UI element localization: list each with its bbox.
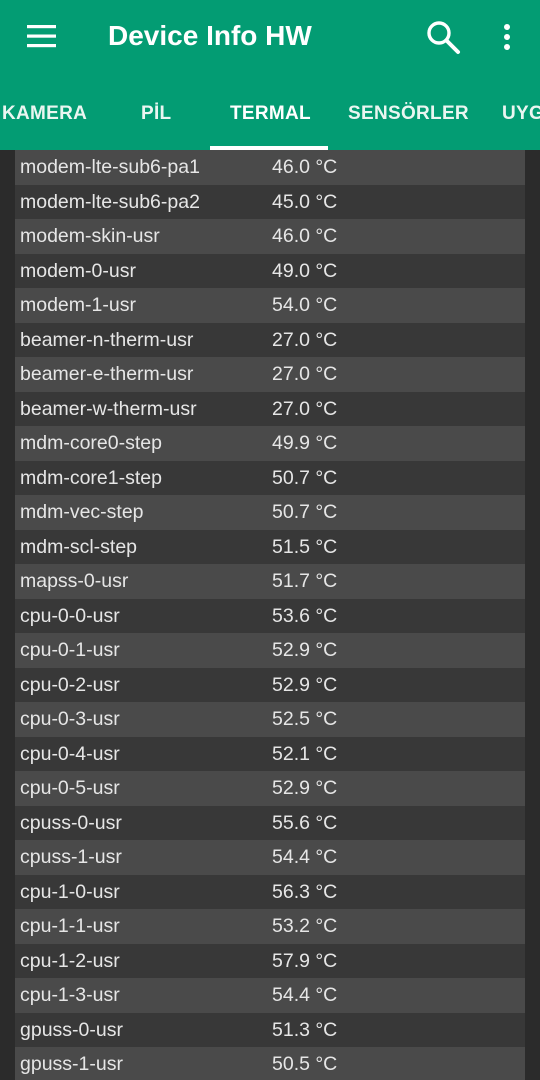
sensor-temperature: 46.0 °C — [272, 156, 338, 178]
sensor-name: mdm-vec-step — [20, 501, 144, 523]
tab-kamera[interactable]: KAMERA — [2, 74, 87, 150]
sensor-temperature: 51.3 °C — [272, 1018, 338, 1041]
sensor-temperature: 49.9 °C — [272, 432, 338, 454]
thermal-row: cpu-0-0-usr 53.6 °C — [15, 598, 525, 633]
thermal-row: modem-skin-usr 46.0 °C — [15, 219, 525, 254]
tab-bar: KAMERA PİL TERMAL SENSÖRLER UYG — [0, 74, 540, 150]
sensor-temperature: 53.6 °C — [272, 604, 338, 627]
sensor-temperature: 50.7 °C — [272, 501, 338, 523]
sensor-name: cpu-1-3-usr — [20, 984, 120, 1006]
sensor-name: modem-skin-usr — [20, 225, 160, 247]
sensor-name: cpu-0-2-usr — [20, 673, 120, 696]
sensor-temperature: 51.5 °C — [272, 535, 338, 558]
thermal-row: cpu-0-3-usr 52.5 °C — [15, 702, 525, 737]
sensor-temperature: 56.3 °C — [272, 880, 338, 903]
sensor-name: cpu-0-1-usr — [20, 639, 120, 661]
sensor-temperature: 27.0 °C — [272, 328, 338, 351]
thermal-row: modem-lte-sub6-pa1 46.0 °C — [15, 150, 525, 185]
sensor-name: beamer-w-therm-usr — [20, 397, 197, 420]
sensor-name: beamer-n-therm-usr — [20, 328, 194, 351]
thermal-row: mdm-scl-step 51.5 °C — [15, 529, 525, 564]
sensor-temperature: 53.2 °C — [272, 915, 338, 937]
sensor-temperature: 54.4 °C — [272, 846, 338, 868]
sensor-temperature: 46.0 °C — [272, 225, 338, 247]
sensor-name: mdm-core1-step — [20, 466, 162, 489]
sensor-name: mapss-0-usr — [20, 570, 129, 592]
sensor-name: cpuss-0-usr — [20, 811, 122, 834]
tab-pil[interactable]: PİL — [141, 74, 171, 150]
thermal-row: modem-0-usr 49.0 °C — [15, 253, 525, 288]
thermal-row: mdm-vec-step 50.7 °C — [15, 495, 525, 530]
thermal-row: mapss-0-usr 51.7 °C — [15, 564, 525, 599]
tab-uyg[interactable]: UYG — [502, 74, 540, 150]
sensor-temperature: 52.1 °C — [272, 742, 338, 765]
thermal-row: cpu-1-3-usr 54.4 °C — [15, 978, 525, 1013]
sensor-name: cpu-0-4-usr — [20, 742, 120, 765]
app-bar: Device Info HW KAMERA PİL TERMAL SENSÖRL… — [0, 0, 540, 150]
sensor-name: cpu-1-0-usr — [20, 880, 120, 903]
sensor-name: mdm-core0-step — [20, 432, 162, 454]
sensor-name: beamer-e-therm-usr — [20, 363, 194, 385]
sensor-name: modem-lte-sub6-pa2 — [20, 190, 200, 213]
thermal-row: beamer-w-therm-usr 27.0 °C — [15, 391, 525, 426]
toolbar: Device Info HW — [0, 0, 540, 74]
thermal-row: cpu-1-1-usr 53.2 °C — [15, 909, 525, 944]
sensor-temperature: 27.0 °C — [272, 397, 338, 420]
sensor-name: cpu-0-5-usr — [20, 777, 120, 799]
tab-termal[interactable]: TERMAL — [230, 74, 311, 150]
sensor-temperature: 52.5 °C — [272, 708, 338, 730]
thermal-list[interactable]: modem-lte-sub6-pa1 46.0 °C modem-lte-sub6-… — [15, 150, 525, 1080]
sensor-name: cpu-1-2-usr — [20, 949, 120, 972]
tab-sensorler[interactable]: SENSÖRLER — [348, 74, 469, 150]
sensor-name: cpu-0-0-usr — [20, 604, 120, 627]
thermal-rows: modem-lte-sub6-pa1 46.0 °C modem-lte-sub6-… — [15, 150, 525, 1080]
sensor-name: modem-1-usr — [20, 294, 136, 316]
more-vert-icon[interactable] — [494, 16, 520, 58]
sensor-temperature: 27.0 °C — [272, 363, 338, 385]
thermal-row: mdm-core1-step 50.7 °C — [15, 460, 525, 495]
sensor-temperature: 50.5 °C — [272, 1053, 338, 1075]
sensor-temperature: 55.6 °C — [272, 811, 338, 834]
sensor-temperature: 54.0 °C — [272, 294, 338, 316]
thermal-row: cpuss-1-usr 54.4 °C — [15, 840, 525, 875]
sensor-temperature: 49.0 °C — [272, 259, 338, 282]
sensor-name: cpuss-1-usr — [20, 846, 122, 868]
thermal-row: modem-1-usr 54.0 °C — [15, 288, 525, 323]
sensor-temperature: 50.7 °C — [272, 466, 338, 489]
sensor-name: gpuss-0-usr — [20, 1018, 123, 1041]
sensor-name: mdm-scl-step — [20, 535, 138, 558]
thermal-row: cpu-1-2-usr 57.9 °C — [15, 943, 525, 978]
sensor-temperature: 52.9 °C — [272, 673, 338, 696]
thermal-row: gpuss-0-usr 51.3 °C — [15, 1012, 525, 1047]
sensor-temperature: 52.9 °C — [272, 639, 338, 661]
sensor-temperature: 52.9 °C — [272, 777, 338, 799]
app-title: Device Info HW — [108, 20, 312, 51]
thermal-row: modem-lte-sub6-pa2 45.0 °C — [15, 184, 525, 219]
hamburger-menu-icon[interactable] — [20, 16, 64, 56]
thermal-row: beamer-n-therm-usr 27.0 °C — [15, 322, 525, 357]
sensor-temperature: 45.0 °C — [272, 190, 338, 213]
thermal-row: cpu-1-0-usr 56.3 °C — [15, 874, 525, 909]
sensor-name: gpuss-1-usr — [20, 1053, 123, 1075]
sensor-temperature: 51.7 °C — [272, 570, 338, 592]
sensor-temperature: 54.4 °C — [272, 984, 338, 1006]
sensor-name: modem-0-usr — [20, 259, 136, 282]
thermal-row: cpuss-0-usr 55.6 °C — [15, 805, 525, 840]
thermal-row: gpuss-1-usr 50.5 °C — [15, 1047, 525, 1080]
thermal-row: cpu-0-4-usr 52.1 °C — [15, 736, 525, 771]
thermal-row: cpu-0-1-usr 52.9 °C — [15, 633, 525, 668]
sensor-name: cpu-1-1-usr — [20, 915, 120, 937]
thermal-row: cpu-0-2-usr 52.9 °C — [15, 667, 525, 702]
sensor-temperature: 57.9 °C — [272, 949, 338, 972]
thermal-row: beamer-e-therm-usr 27.0 °C — [15, 357, 525, 392]
thermal-row: mdm-core0-step 49.9 °C — [15, 426, 525, 461]
sensor-name: cpu-0-3-usr — [20, 708, 120, 730]
search-icon[interactable] — [420, 14, 466, 60]
sensor-name: modem-lte-sub6-pa1 — [20, 156, 200, 178]
thermal-row: cpu-0-5-usr 52.9 °C — [15, 771, 525, 806]
